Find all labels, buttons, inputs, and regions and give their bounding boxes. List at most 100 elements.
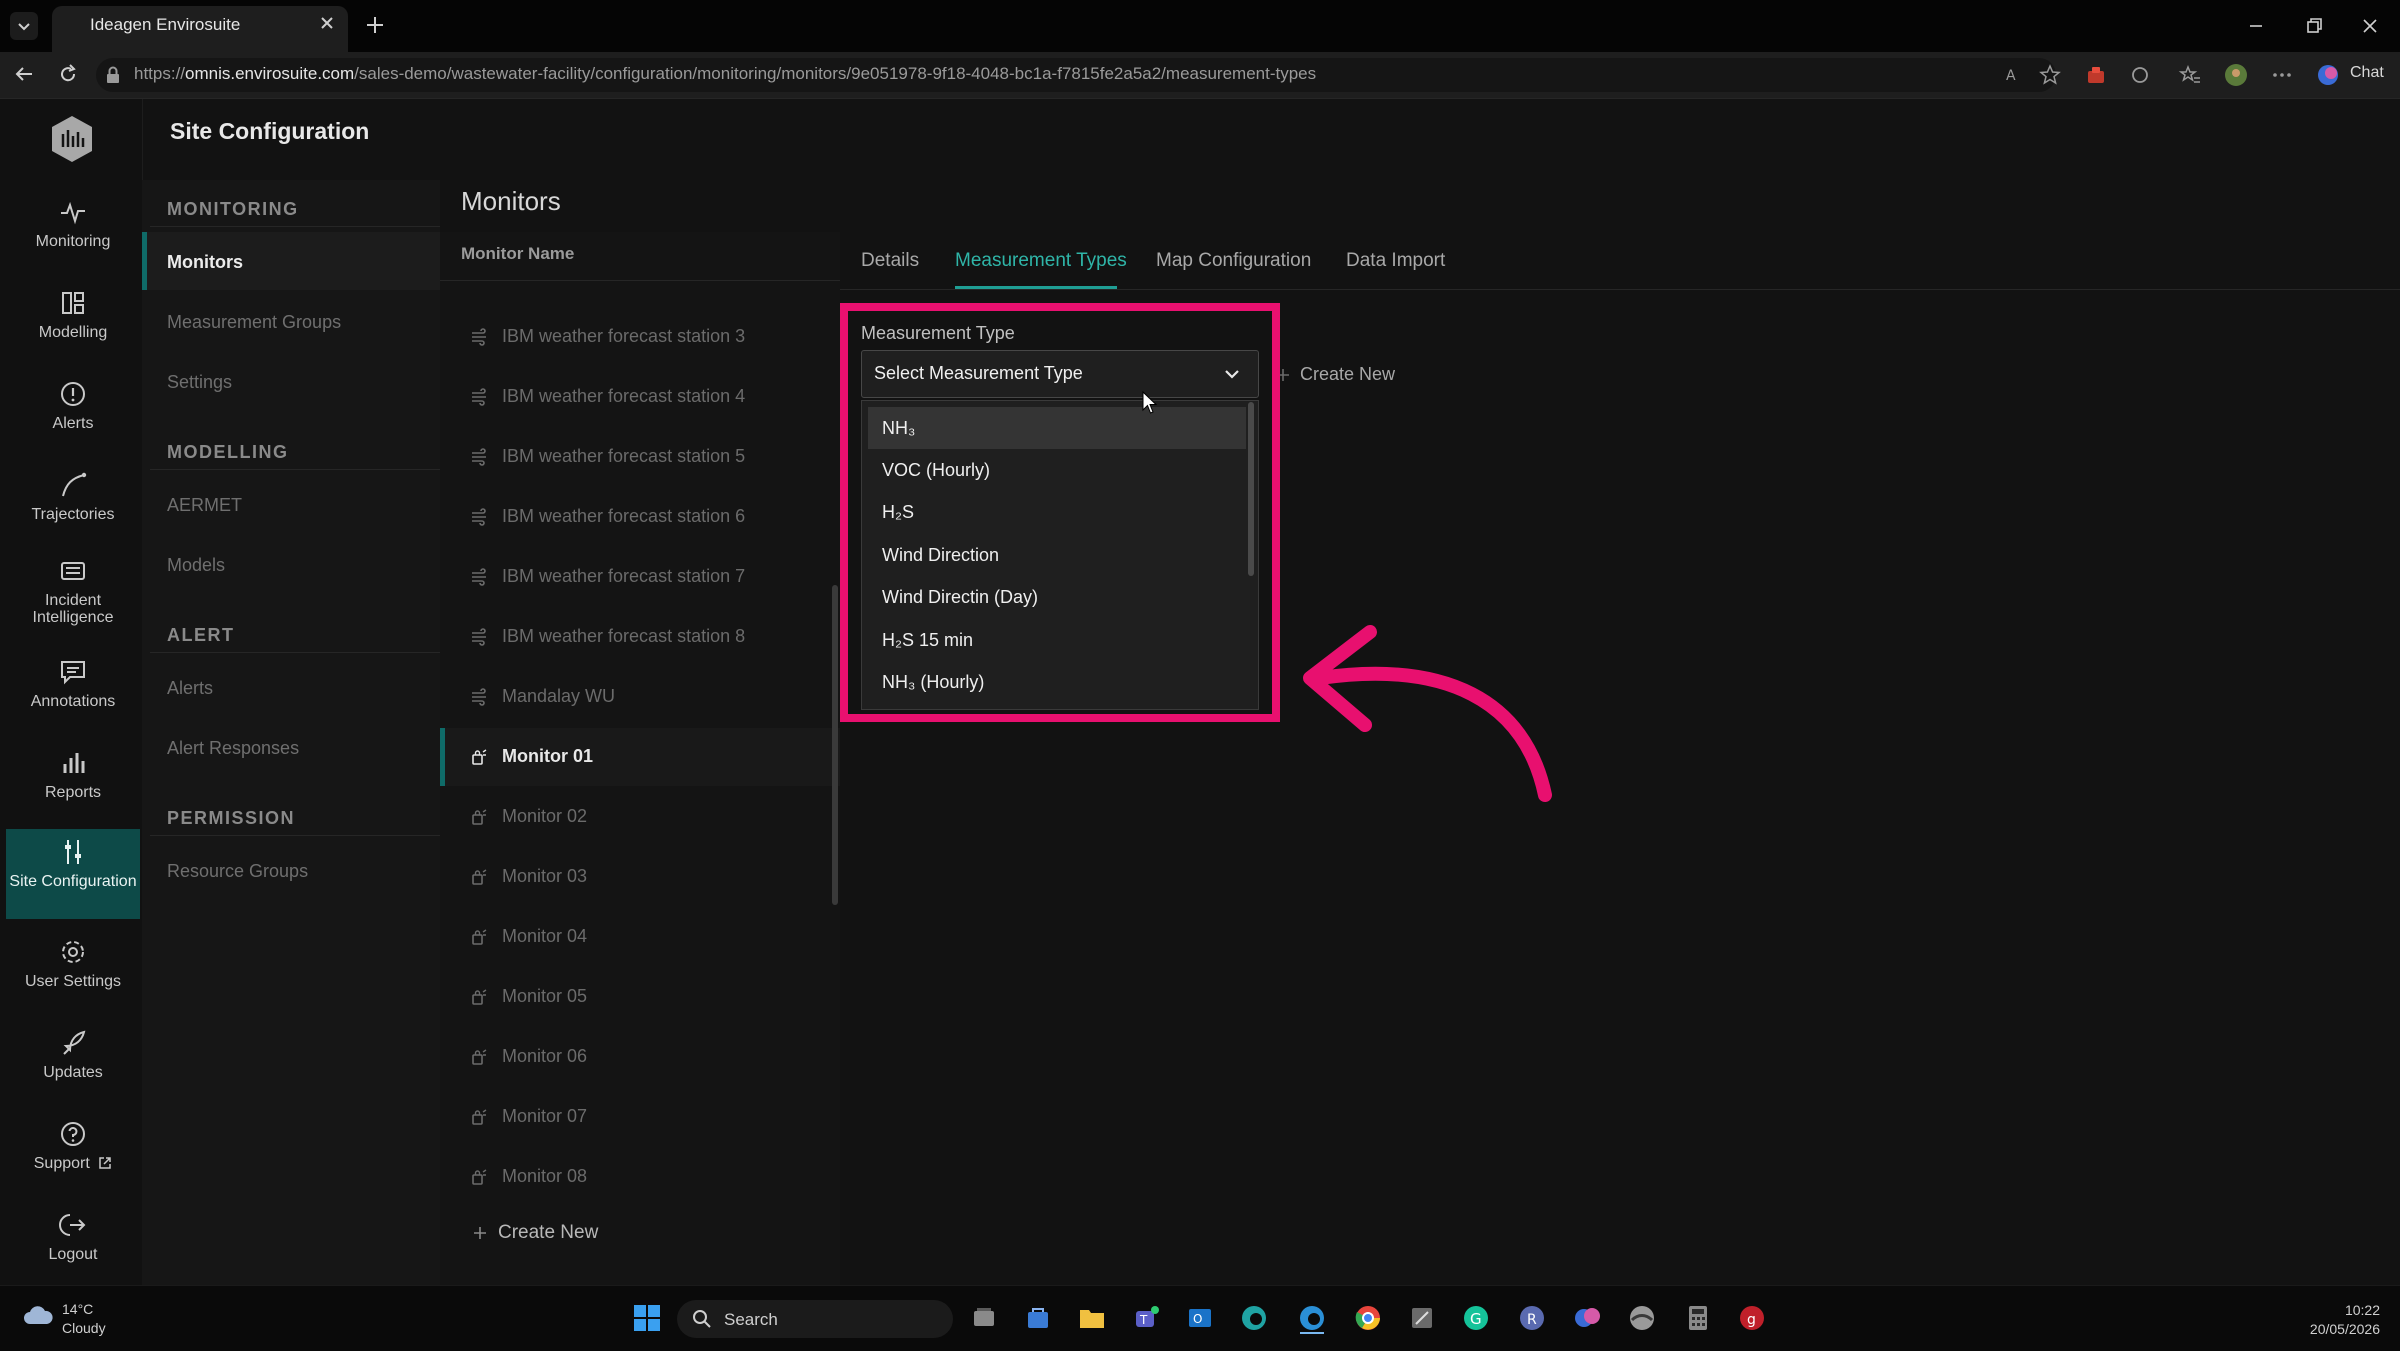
chrome-icon[interactable] bbox=[1352, 1302, 1384, 1334]
puzzle-icon[interactable] bbox=[2128, 63, 2152, 87]
tab-title: Ideagen Envirosuite bbox=[90, 15, 241, 34]
snipping-tool-icon[interactable] bbox=[1406, 1302, 1438, 1334]
read-aloud-icon[interactable]: A bbox=[2004, 63, 2028, 87]
rail-trajectories[interactable]: Trajectories bbox=[6, 470, 140, 523]
taskbar-time[interactable]: 10:22 bbox=[2300, 1302, 2380, 1318]
vpn-icon[interactable] bbox=[1626, 1302, 1658, 1334]
star-icon[interactable] bbox=[2038, 63, 2062, 87]
list-item[interactable]: IBM weather forecast station 4 bbox=[470, 386, 745, 407]
reload-icon[interactable] bbox=[56, 62, 80, 86]
list-item[interactable]: Monitor 02 bbox=[470, 806, 587, 827]
rail-reports[interactable]: Reports bbox=[6, 748, 140, 801]
calculator-icon[interactable] bbox=[1682, 1302, 1714, 1334]
rail-site-configuration[interactable]: Site Configuration bbox=[6, 829, 140, 919]
list-item[interactable]: Mandalay WU bbox=[470, 686, 615, 707]
edge-dev-icon[interactable] bbox=[1296, 1302, 1328, 1334]
taskbar-search[interactable] bbox=[677, 1300, 953, 1338]
tab-map-configuration[interactable]: Map Configuration bbox=[1156, 250, 1311, 272]
rail-updates[interactable]: Updates bbox=[6, 1028, 140, 1081]
list-item[interactable]: IBM weather forecast station 5 bbox=[470, 446, 745, 467]
outlook-icon[interactable]: O bbox=[1184, 1302, 1216, 1334]
nav-item-alerts[interactable]: Alerts bbox=[167, 678, 213, 699]
divider bbox=[150, 226, 440, 227]
nav-item-settings[interactable]: Settings bbox=[167, 372, 232, 393]
close-icon[interactable] bbox=[318, 14, 336, 32]
svg-text:G: G bbox=[1470, 1310, 1482, 1328]
rail-support[interactable]: Support bbox=[6, 1119, 140, 1172]
weather-temperature[interactable]: 14°C bbox=[62, 1301, 93, 1317]
tab-details[interactable]: Details bbox=[861, 250, 919, 272]
nav-item-resource-groups[interactable]: Resource Groups bbox=[167, 861, 308, 882]
rail-user-settings[interactable]: User Settings bbox=[6, 937, 140, 990]
list-item[interactable]: Monitor 05 bbox=[470, 986, 587, 1007]
tab-measurement-types[interactable]: Measurement Types bbox=[955, 250, 1127, 272]
red-app-icon[interactable]: g bbox=[1736, 1302, 1768, 1334]
rail-logout[interactable]: Logout bbox=[6, 1210, 140, 1263]
cloud-icon[interactable] bbox=[22, 1304, 54, 1326]
favorites-icon[interactable] bbox=[2178, 63, 2202, 87]
nav-item-alert-responses[interactable]: Alert Responses bbox=[167, 738, 299, 759]
nav-item-aermet[interactable]: AERMET bbox=[167, 495, 242, 516]
list-item[interactable]: IBM weather forecast station 7 bbox=[470, 566, 745, 587]
list-item[interactable]: Monitor 07 bbox=[470, 1106, 587, 1127]
copilot-icon[interactable] bbox=[2316, 63, 2340, 87]
activity-icon bbox=[61, 201, 85, 225]
tab-data-import[interactable]: Data Import bbox=[1346, 250, 1445, 272]
tab-list-button[interactable] bbox=[10, 12, 38, 40]
rail-annotations[interactable]: Annotations bbox=[6, 657, 140, 710]
weather-station-icon bbox=[472, 387, 486, 406]
create-measurement-type-button[interactable]: Create New bbox=[1276, 364, 1395, 385]
create-monitor-button[interactable]: Create New bbox=[472, 1222, 598, 1244]
restore-icon[interactable] bbox=[2302, 14, 2326, 38]
grammarly-icon[interactable]: G bbox=[1460, 1302, 1492, 1334]
list-item-selected[interactable]: Monitor 01 bbox=[470, 746, 593, 767]
rail-monitoring[interactable]: Monitoring bbox=[6, 197, 140, 250]
url-text: https://omnis.envirosuite.com/sales-demo… bbox=[134, 64, 1317, 83]
list-item[interactable]: IBM weather forecast station 3 bbox=[470, 326, 745, 347]
list-item[interactable]: IBM weather forecast station 8 bbox=[470, 626, 745, 647]
weather-condition[interactable]: Cloudy bbox=[62, 1320, 106, 1336]
alert-circle-icon bbox=[61, 382, 85, 406]
list-item[interactable]: Monitor 04 bbox=[470, 926, 587, 947]
monitor-list-scrollbar[interactable] bbox=[832, 585, 838, 905]
minimize-icon[interactable] bbox=[2244, 14, 2268, 38]
nav-item-monitors[interactable]: Monitors bbox=[167, 252, 243, 273]
chat-button-label[interactable]: Chat bbox=[2350, 64, 2384, 82]
store-icon[interactable] bbox=[1022, 1302, 1054, 1334]
bar-chart-icon bbox=[63, 753, 85, 773]
list-item[interactable]: Monitor 06 bbox=[470, 1046, 587, 1067]
windows-start-icon[interactable] bbox=[631, 1302, 663, 1334]
incident-icon bbox=[61, 562, 85, 580]
monitor-device-icon bbox=[472, 868, 487, 885]
rail-modelling[interactable]: Modelling bbox=[6, 288, 140, 341]
divider bbox=[840, 289, 2400, 290]
list-item[interactable]: Monitor 03 bbox=[470, 866, 587, 887]
envirosuite-logo-icon[interactable] bbox=[50, 114, 94, 164]
nav-heading-permission: PERMISSION bbox=[167, 808, 296, 828]
back-icon[interactable] bbox=[12, 62, 36, 86]
copilot-app-icon[interactable] bbox=[1572, 1302, 1604, 1334]
list-item[interactable]: Monitor 08 bbox=[470, 1166, 587, 1187]
r-app-icon[interactable]: R bbox=[1516, 1302, 1548, 1334]
more-icon[interactable] bbox=[2270, 63, 2294, 87]
taskbar-date[interactable]: 20/05/2026 bbox=[2280, 1321, 2380, 1337]
weather-station-icon bbox=[472, 567, 486, 586]
rail-incident-intelligence[interactable]: Incident Intelligence bbox=[6, 556, 140, 626]
teams-icon[interactable]: T bbox=[1130, 1302, 1162, 1334]
monitor-device-icon bbox=[472, 1048, 487, 1065]
nav-item-models[interactable]: Models bbox=[167, 555, 225, 576]
close-window-icon[interactable] bbox=[2358, 14, 2382, 38]
divider bbox=[150, 652, 440, 653]
nav-item-measurement-groups[interactable]: Measurement Groups bbox=[167, 312, 341, 333]
task-view-icon[interactable] bbox=[968, 1302, 1000, 1334]
rail-alerts[interactable]: Alerts bbox=[6, 379, 140, 432]
extension-icon[interactable] bbox=[2084, 63, 2108, 87]
profile-avatar-icon[interactable] bbox=[2224, 63, 2248, 87]
file-explorer-icon[interactable] bbox=[1076, 1302, 1108, 1334]
list-item[interactable]: IBM weather forecast station 6 bbox=[470, 506, 745, 527]
logout-icon bbox=[59, 1214, 86, 1236]
new-tab-icon[interactable] bbox=[362, 12, 388, 38]
monitor-name-column-header: Monitor Name bbox=[461, 244, 575, 263]
edge-icon[interactable] bbox=[1238, 1302, 1270, 1334]
svg-text:A: A bbox=[2006, 68, 2016, 84]
